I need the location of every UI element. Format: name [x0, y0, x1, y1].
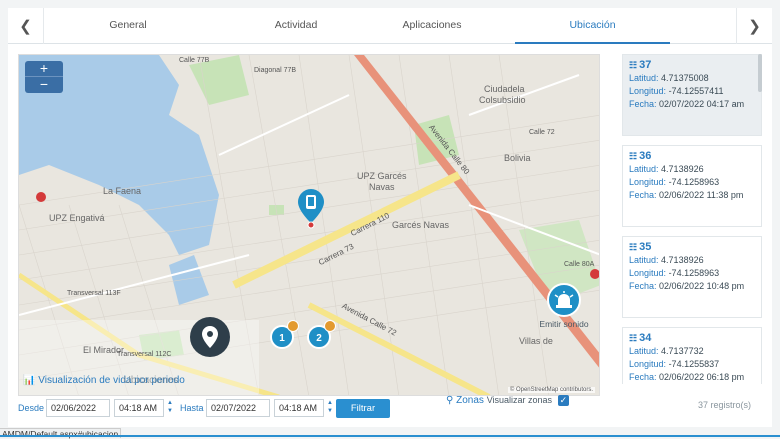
map-attribution: © OpenStreetMap contributors.: [507, 387, 595, 393]
map-label-upz-garces: UPZ Garcés: [357, 171, 407, 181]
list-item[interactable]: ☷ 34 Latitud: 4.7137732 Longitud: -74.125…: [622, 327, 762, 384]
location-records-list: ☷ 37 Latitud: 4.71375008 Longitud: -74.12…: [622, 54, 762, 384]
map-label-street: Calle 77B: [179, 57, 210, 64]
sitemap-icon: ☷: [629, 242, 638, 252]
desde-time-spinner-icon[interactable]: ▲ ▼: [166, 399, 174, 417]
map-label-bolivia: Bolivia: [504, 153, 531, 163]
location-panel: + − Calle 77B Diagonal 77B Ciudadela Col…: [8, 44, 772, 427]
zonas-checkbox[interactable]: ✓: [557, 395, 569, 406]
map-label-street: Calle 72: [529, 129, 555, 136]
tab-bar: ❮ General Actividad Aplicaciones Ubicaci…: [8, 8, 772, 44]
warning-flag-icon: [287, 320, 299, 332]
map-label-ciudadela: Ciudadela: [484, 84, 525, 94]
hasta-date-input[interactable]: [206, 399, 270, 417]
alarm-bell-icon: [547, 283, 581, 317]
tab-general[interactable]: General: [44, 8, 212, 44]
list-scrollbar[interactable]: [758, 54, 762, 92]
record-count: 37 registro(s): [698, 400, 752, 410]
map-label-navas: Navas: [369, 182, 395, 192]
desde-date-input[interactable]: [46, 399, 110, 417]
filter-button[interactable]: Filtrar: [336, 399, 390, 418]
map-label-garces-navas: Garcés Navas: [392, 220, 450, 230]
desde-time-input[interactable]: [114, 399, 164, 417]
map-label-street: Diagonal 77B: [254, 67, 297, 74]
list-item[interactable]: ☷ 35 Latitud: 4.7138926 Longitud: -74.125…: [622, 236, 762, 318]
pin-icon: ⚲: [446, 395, 454, 407]
sitemap-icon: ☷: [629, 151, 638, 161]
zonas-toggle: ⚲ Zonas Visualizar zonas ✓: [446, 395, 569, 407]
map[interactable]: + − Calle 77B Diagonal 77B Ciudadela Col…: [18, 54, 600, 396]
map-label-street: Transversal 112C: [117, 351, 172, 358]
cluster-marker-1[interactable]: 1: [270, 320, 299, 349]
sitemap-icon: ☷: [629, 60, 638, 70]
date-filter-bar: Desde ▲▼ Hasta ▲▼ Filtrar ⚲ Zonas Visual…: [18, 395, 600, 419]
map-label-la-faena: La Faena: [103, 186, 142, 196]
list-item[interactable]: ☷ 36 Latitud: 4.7138926 Longitud: -74.125…: [622, 145, 762, 227]
sitemap-icon: ☷: [629, 333, 638, 343]
map-label-upz-engativa: UPZ Engativá: [49, 213, 105, 223]
current-location-marker-icon[interactable]: [190, 317, 230, 357]
zoom-out-button[interactable]: −: [25, 77, 63, 93]
map-label-colsubsidio: Colsubsidio: [479, 95, 526, 105]
tab-prev-arrow-icon[interactable]: ❮: [8, 8, 44, 44]
zoom-in-button[interactable]: +: [25, 61, 63, 77]
hasta-label: Hasta: [180, 403, 204, 413]
cluster-marker-2[interactable]: 2: [307, 320, 336, 349]
tab-aplicaciones[interactable]: Aplicaciones: [348, 8, 516, 44]
tab-ubicacion[interactable]: Ubicación: [515, 8, 670, 44]
tab-next-arrow-icon[interactable]: ❯: [736, 8, 772, 44]
warning-flag-icon: [324, 320, 336, 332]
ubicaciones-ghost-label: Ubicaciones: [123, 375, 179, 386]
visualize-period-link[interactable]: 📊 Visualización de vida por periodo Ubic…: [23, 375, 185, 386]
emit-sound-label: Emitir sonido: [539, 319, 589, 329]
desde-label: Desde: [18, 403, 45, 413]
hasta-time-input[interactable]: [274, 399, 324, 417]
map-label-street: Calle 80A: [564, 261, 595, 268]
map-label-villas: Villas de: [519, 336, 553, 346]
hasta-time-spinner-icon[interactable]: ▲ ▼: [326, 399, 334, 417]
zoom-control: + −: [25, 61, 63, 93]
list-item[interactable]: ☷ 37 Latitud: 4.71375008 Longitud: -74.12…: [622, 54, 762, 136]
map-label-street: Transversal 113F: [67, 290, 121, 297]
location-pin-icon[interactable]: [298, 189, 324, 232]
timeline-icon: 📊: [23, 375, 36, 386]
emit-sound-button[interactable]: Emitir sonido: [535, 283, 593, 330]
